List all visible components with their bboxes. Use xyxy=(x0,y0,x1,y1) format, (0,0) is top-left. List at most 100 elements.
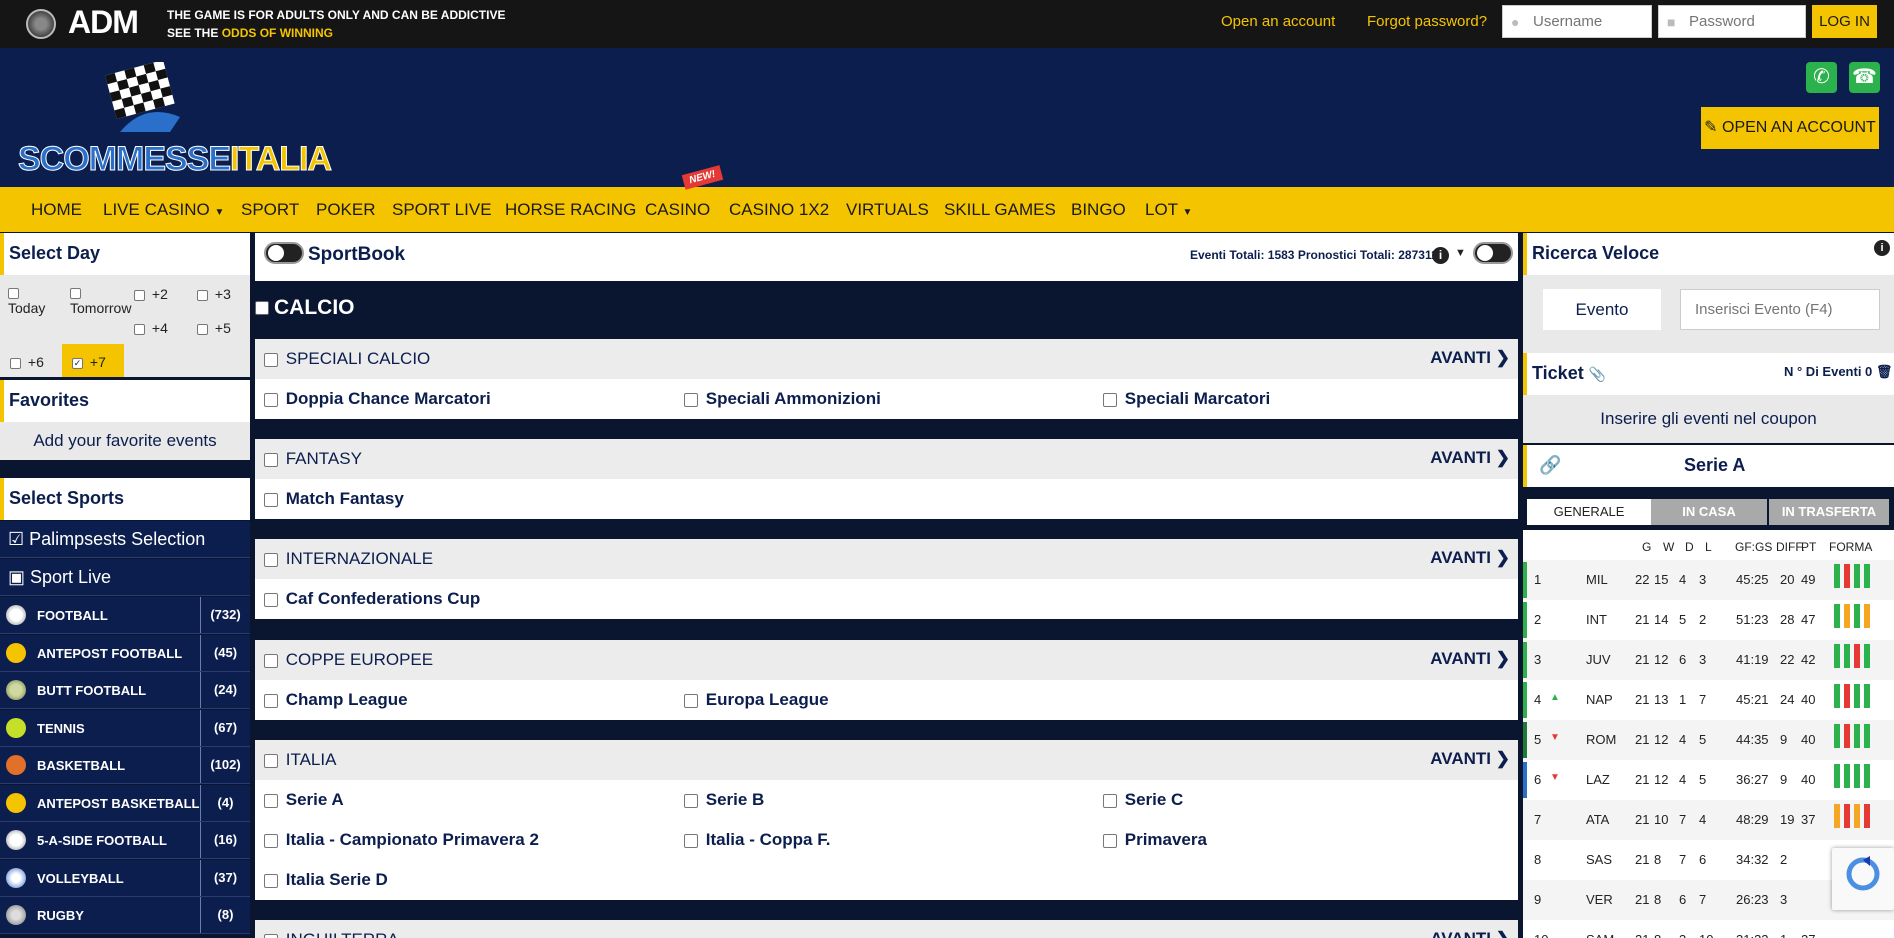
checkbox[interactable] xyxy=(1103,793,1117,808)
group-header[interactable]: FANTASY AVANTI ❯ xyxy=(255,439,1518,479)
avanti-link[interactable]: AVANTI ❯ xyxy=(1430,929,1510,938)
sport-row[interactable]: BUTT FOOTBALL (24) xyxy=(0,672,250,709)
league-option[interactable]: Speciali Marcatori xyxy=(1103,389,1270,409)
tab-in-trasferta[interactable]: IN TRASFERTA xyxy=(1769,499,1889,525)
site-logo[interactable]: SCOMMESSEITALIA xyxy=(17,140,332,179)
league-option[interactable]: Europa League xyxy=(684,690,829,710)
nav-bingo[interactable]: BINGO xyxy=(1071,200,1126,220)
checkbox[interactable] xyxy=(264,833,278,848)
standings-row[interactable]: 2 INT 21 14 5 2 51:23 28 47 xyxy=(1523,600,1894,640)
day-plus5[interactable]: +5 xyxy=(197,320,231,336)
day-today[interactable]: Today xyxy=(8,284,48,316)
nav-casino[interactable]: CASINO xyxy=(645,200,710,220)
nav-horse-racing[interactable]: HORSE RACING xyxy=(505,200,636,220)
odds-of-winning-link[interactable]: ODDS OF WINNING xyxy=(222,26,333,40)
sport-row[interactable]: 5-A-SIDE FOOTBALL (16) xyxy=(0,822,250,859)
sport-row[interactable]: TENNIS (67) xyxy=(0,709,250,747)
sport-live-link[interactable]: ▣ Sport Live xyxy=(0,559,250,596)
group-title[interactable]: FANTASY xyxy=(264,449,362,469)
checkbox[interactable] xyxy=(264,352,278,367)
palimpsests-selection[interactable]: ☑ Palimpsests Selection xyxy=(0,521,250,558)
standings-row[interactable]: 5 ▼ ROM 21 12 4 5 44:35 9 40 xyxy=(1523,720,1894,760)
day-plus2[interactable]: +2 xyxy=(134,286,168,302)
trash-icon[interactable]: 🗑 xyxy=(1876,364,1893,379)
avanti-link[interactable]: AVANTI ❯ xyxy=(1430,548,1510,568)
checkbox[interactable] xyxy=(134,323,145,335)
group-title[interactable]: SPECIALI CALCIO xyxy=(264,349,430,369)
checkbox-checked[interactable]: ✓ xyxy=(72,357,83,369)
nav-home[interactable]: HOME xyxy=(31,200,82,220)
day-plus3[interactable]: +3 xyxy=(197,286,231,302)
league-option[interactable]: Doppia Chance Marcatori xyxy=(264,389,491,409)
group-title[interactable]: ITALIA xyxy=(264,750,336,770)
checkbox[interactable] xyxy=(684,693,698,708)
group-title[interactable]: COPPE EUROPEE xyxy=(264,650,433,670)
checkbox[interactable] xyxy=(1103,392,1117,407)
nav-live-casino[interactable]: LIVE CASINO ▼ xyxy=(103,200,224,220)
group-header[interactable]: INTERNAZIONALE AVANTI ❯ xyxy=(255,539,1518,579)
league-option[interactable]: Italia Serie D xyxy=(264,870,388,890)
info-icon[interactable]: i xyxy=(1874,240,1890,256)
phone-icon[interactable]: ☎ xyxy=(1849,62,1880,93)
sport-heading-calcio[interactable]: CALCIO xyxy=(255,296,355,320)
sport-row[interactable]: RUGBY (8) xyxy=(0,897,250,934)
standings-row[interactable]: 6 ▼ LAZ 21 12 4 5 36:27 9 40 xyxy=(1523,760,1894,800)
tab-in-casa[interactable]: IN CASA xyxy=(1651,499,1767,525)
league-option[interactable]: Primavera xyxy=(1103,830,1207,850)
checkbox[interactable] xyxy=(264,873,278,888)
avanti-link[interactable]: AVANTI ❯ xyxy=(1430,749,1510,769)
whatsapp-icon[interactable]: ✆ xyxy=(1806,62,1837,93)
standings-row[interactable]: 3 JUV 21 12 6 3 41:19 22 42 xyxy=(1523,640,1894,680)
checkbox[interactable] xyxy=(70,287,81,299)
checkbox[interactable] xyxy=(197,323,208,335)
view-toggle[interactable] xyxy=(1473,242,1513,264)
group-header[interactable]: COPPE EUROPEE AVANTI ❯ xyxy=(255,640,1518,680)
login-button[interactable]: LOG IN xyxy=(1812,5,1877,38)
day-plus4[interactable]: +4 xyxy=(134,320,168,336)
league-option[interactable]: Caf Confederations Cup xyxy=(264,589,480,609)
open-account-link[interactable]: Open an account xyxy=(1221,13,1335,30)
checkbox[interactable] xyxy=(264,693,278,708)
checkbox[interactable] xyxy=(264,793,278,808)
checkbox[interactable] xyxy=(264,392,278,407)
sportbook-toggle[interactable] xyxy=(264,242,304,264)
standings-row[interactable]: 1 MIL 22 15 4 3 45:25 20 49 xyxy=(1523,560,1894,600)
checkbox[interactable] xyxy=(684,793,698,808)
nav-poker[interactable]: POKER xyxy=(316,200,376,220)
league-option[interactable]: Italia - Campionato Primavera 2 xyxy=(264,830,539,850)
checkbox[interactable] xyxy=(264,452,278,467)
league-option[interactable]: Champ League xyxy=(264,690,408,710)
checkbox[interactable] xyxy=(264,552,278,567)
league-option[interactable]: Match Fantasy xyxy=(264,489,404,509)
league-option[interactable]: Italia - Coppa F. xyxy=(684,830,830,850)
checkbox[interactable] xyxy=(197,289,208,301)
group-header[interactable]: INGHILTERRA AVANTI ❯ xyxy=(255,920,1518,938)
info-icon[interactable]: i xyxy=(1432,247,1449,264)
league-option[interactable]: Speciali Ammonizioni xyxy=(684,389,881,409)
caret-down-icon[interactable]: ▼ xyxy=(1455,247,1466,259)
open-account-button[interactable]: ✎ OPEN AN ACCOUNT xyxy=(1701,107,1879,149)
sport-row[interactable]: ANTEPOST FOOTBALL (45) xyxy=(0,634,250,672)
nav-casino-1x2[interactable]: CASINO 1X2 xyxy=(729,200,829,220)
standings-row[interactable]: 7 ATA 21 10 7 4 48:29 19 37 xyxy=(1523,800,1894,840)
checkbox[interactable] xyxy=(264,933,278,938)
group-header[interactable]: SPECIALI CALCIO AVANTI ❯ xyxy=(255,339,1518,379)
checkbox[interactable] xyxy=(255,301,269,316)
link-icon[interactable]: 🔗 xyxy=(1539,455,1561,476)
recaptcha-badge[interactable] xyxy=(1832,848,1894,910)
sport-row[interactable]: BASKETBALL (102) xyxy=(0,747,250,784)
standings-row[interactable]: 4 ▲ NAP 21 13 1 7 45:21 24 40 xyxy=(1523,680,1894,720)
league-option[interactable]: Serie B xyxy=(684,790,764,810)
checkbox[interactable] xyxy=(684,392,698,407)
checkbox[interactable] xyxy=(264,492,278,507)
league-option[interactable]: Serie C xyxy=(1103,790,1183,810)
tab-generale[interactable]: GENERALE xyxy=(1527,499,1651,525)
group-title[interactable]: INGHILTERRA xyxy=(264,930,399,938)
checkbox[interactable] xyxy=(134,289,145,301)
group-header[interactable]: ITALIA AVANTI ❯ xyxy=(255,740,1518,780)
avanti-link[interactable]: AVANTI ❯ xyxy=(1430,448,1510,468)
checkbox[interactable] xyxy=(8,287,19,299)
league-option[interactable]: Serie A xyxy=(264,790,344,810)
forgot-password-link[interactable]: Forgot password? xyxy=(1367,13,1487,30)
day-tomorrow[interactable]: Tomorrow xyxy=(70,284,131,316)
